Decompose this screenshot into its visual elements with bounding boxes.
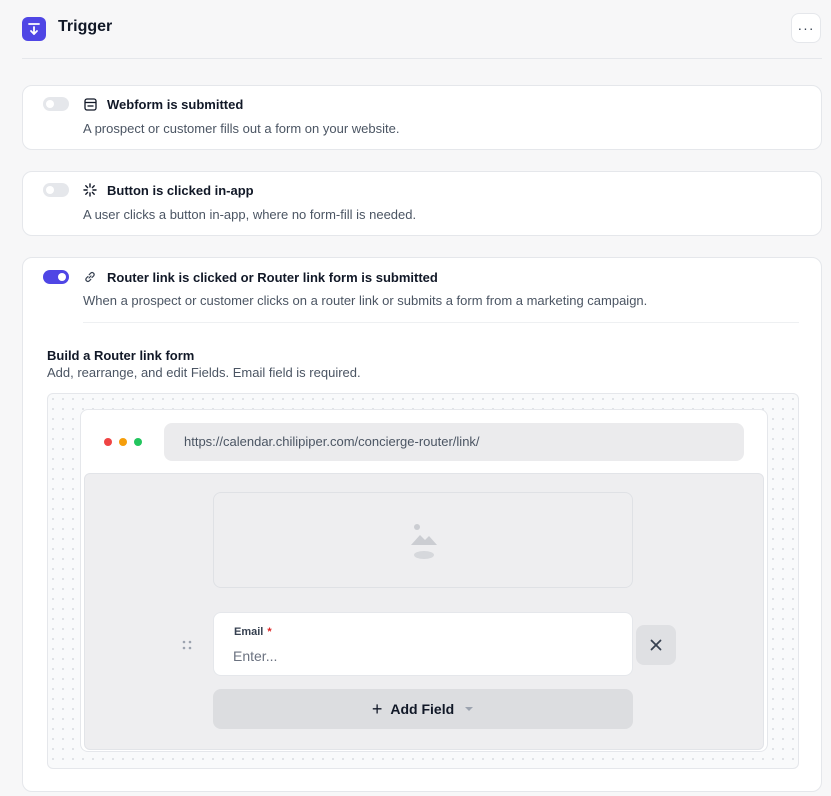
option-title: Button is clicked in-app	[107, 183, 254, 198]
window-dot-red	[104, 438, 112, 446]
trigger-option-webform[interactable]: Webform is submitted A prospect or custo…	[22, 85, 822, 150]
more-options-button[interactable]: ···	[791, 13, 821, 43]
add-field-button[interactable]: + Add Field	[213, 689, 633, 729]
webform-toggle[interactable]	[43, 97, 69, 111]
trigger-option-button-click[interactable]: Button is clicked in-app A user clicks a…	[22, 171, 822, 236]
panel-header: Trigger ···	[0, 0, 831, 58]
option-title: Router link is clicked or Router link fo…	[107, 270, 438, 285]
url-bar: https://calendar.chilipiper.com/concierg…	[164, 423, 744, 461]
window-dot-yellow	[119, 438, 127, 446]
image-placeholder-icon	[407, 521, 441, 561]
option-description: A user clicks a button in-app, where no …	[83, 207, 417, 222]
image-upload-area[interactable]	[213, 492, 633, 588]
page-title: Trigger	[58, 18, 113, 35]
arrow-down-to-line-icon	[22, 17, 46, 41]
divider	[83, 322, 799, 323]
form-window-icon	[83, 97, 97, 111]
form-preview: Email* + Add Field	[84, 473, 764, 750]
window-dot-green	[134, 438, 142, 446]
builder-title: Build a Router link form	[47, 348, 195, 363]
link-icon	[83, 270, 97, 284]
header-divider	[22, 58, 822, 59]
remove-field-button[interactable]	[636, 625, 676, 665]
button-click-toggle[interactable]	[43, 183, 69, 197]
option-description: A prospect or customer fills out a form …	[83, 121, 400, 136]
click-burst-icon	[83, 183, 97, 197]
builder-description: Add, rearrange, and edit Fields. Email f…	[47, 365, 361, 380]
add-field-label: Add Field	[390, 701, 455, 717]
close-icon	[650, 639, 662, 651]
browser-preview: https://calendar.chilipiper.com/concierg…	[80, 409, 768, 752]
required-mark: *	[267, 626, 272, 638]
email-field[interactable]: Email *	[213, 612, 633, 676]
plus-icon: +	[371, 699, 383, 719]
drag-handle-icon[interactable]	[181, 638, 193, 650]
router-link-toggle[interactable]	[43, 270, 69, 284]
trigger-option-router-link[interactable]: Router link is clicked or Router link fo…	[22, 257, 822, 792]
email-input[interactable]	[233, 645, 613, 667]
field-label: Email *	[234, 626, 272, 638]
chevron-down-icon	[465, 707, 474, 711]
trigger-panel: Trigger ··· Webform is submitted A prosp…	[0, 0, 831, 796]
form-builder-canvas: https://calendar.chilipiper.com/concierg…	[47, 393, 799, 769]
option-description: When a prospect or customer clicks on a …	[83, 293, 648, 308]
option-title: Webform is submitted	[107, 97, 244, 112]
